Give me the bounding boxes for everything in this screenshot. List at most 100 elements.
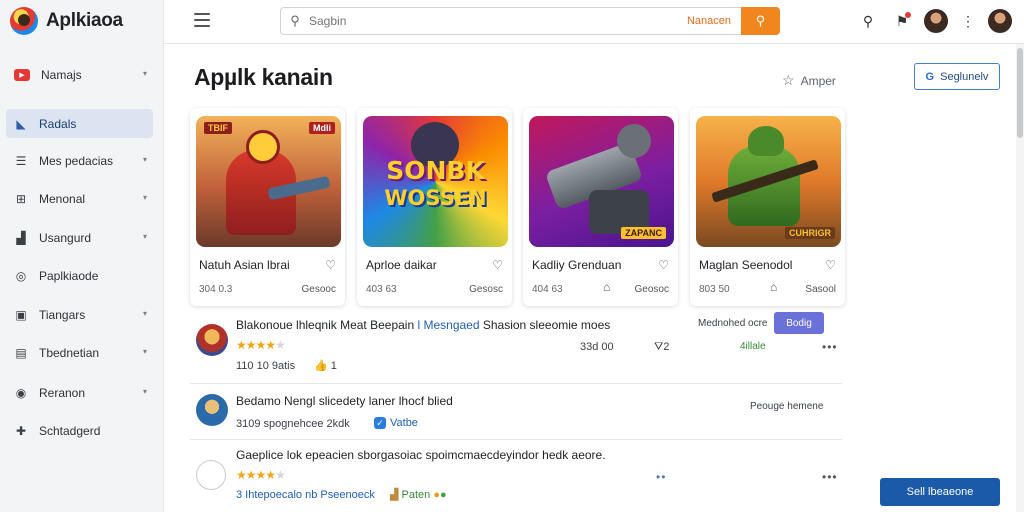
heart-icon[interactable]: ♡ (325, 258, 336, 272)
puzzle-icon: ✚ (15, 423, 27, 438)
book-icon: ▤ (15, 345, 27, 360)
card-tag: CUHRIGR (785, 227, 835, 239)
badge-button[interactable]: Bodig (774, 312, 824, 334)
google-icon: G (925, 70, 935, 83)
list-item-meta: 3 Ihtepoecalo nb Pseenoeck (236, 489, 375, 501)
rating-stars: ★★★★★ (236, 338, 286, 352)
check-badge-icon: ✓ (374, 417, 386, 429)
app-card-name: Kadliy Grenduan (532, 258, 622, 272)
sidebar-item-reranon[interactable]: ◉ Reranon ▾ (6, 378, 153, 407)
app-card-action[interactable]: Geosoc (635, 284, 669, 295)
chevron-down-icon: ▾ (142, 387, 147, 396)
search-input[interactable] (309, 14, 649, 28)
signup-label: Seglunelv (940, 70, 989, 83)
list-item[interactable]: Blakonoue lhleqnik Meat Beepain l Mesnga… (190, 312, 842, 376)
account-avatar[interactable] (988, 9, 1012, 33)
sidebar-item-namajs[interactable]: ▶ Namajs ▾ (6, 60, 153, 89)
sell-button[interactable]: Sell lbeaeone (880, 478, 1000, 506)
star-icon: ☆ (782, 72, 795, 88)
sidebar-item-schtadgerd[interactable]: ✚ Schtadgerd (6, 416, 153, 445)
grid-icon: ⊞ (15, 191, 27, 206)
sidebar-item-paplkiaode[interactable]: ◎ Paplkiaode (6, 261, 153, 290)
brand-name: Aplkiaoa (46, 10, 123, 31)
list-item[interactable]: Gaeplice lok epeacien sborgasoiac spoimc… (190, 446, 842, 506)
app-card-action[interactable]: Gesooc (302, 284, 336, 295)
sidebar-item-label: Usangurd (39, 230, 92, 245)
app-card-name: Natuh Asian lbrai (199, 258, 290, 272)
sidebar-item-label: Schtadgerd (39, 423, 101, 438)
search-box: ⚲ Nanacen ⚲ (280, 7, 780, 35)
sidebar-item-menonal[interactable]: ⊞ Menonal ▾ (6, 184, 153, 213)
share-icon[interactable]: ⌂ (770, 280, 777, 294)
sidebar-item-label: Tbednetian (39, 345, 100, 360)
circle-icon: ◎ (15, 268, 27, 283)
app-card-size: 803 50 (699, 284, 730, 295)
divider (190, 383, 842, 384)
scroll-thumb[interactable] (1017, 48, 1023, 138)
info-icon: ◉ (15, 385, 27, 400)
youtube-icon: ▶ (14, 68, 30, 81)
app-card-image: TBIF Mdli (196, 116, 341, 247)
list-item-meta: 110 10 9atis (236, 360, 296, 372)
chevron-down-icon: ▾ (142, 309, 147, 318)
search-suffix: Nanacen (686, 15, 731, 27)
app-card-size: 403 63 (366, 284, 397, 295)
favorite-button[interactable]: ☆ Amper (782, 72, 836, 89)
notification-icon[interactable]: ⚑ (892, 11, 912, 31)
list-icon: ☰ (15, 153, 27, 168)
card-art-line2: WOSSEN (384, 186, 487, 210)
pager-dots-icon[interactable]: •• (656, 470, 666, 484)
search-button[interactable]: ⚲ (741, 7, 780, 35)
heart-icon[interactable]: ♡ (658, 258, 669, 272)
sidebar-item-label: Menonal (39, 191, 86, 206)
divider (190, 439, 842, 440)
sidebar-item-label: Namajs (41, 67, 82, 82)
sidebar-item-radals[interactable]: ◣ Radals (6, 109, 153, 138)
search-button-icon: ⚲ (755, 13, 766, 28)
list-item-avatar (196, 324, 228, 356)
emoji-icon: ● (433, 489, 440, 501)
search-toggle-icon[interactable]: ⚲ (858, 11, 878, 31)
chevron-down-icon: ▾ (142, 232, 147, 241)
trending-label: 4illale (740, 341, 766, 352)
app-card[interactable]: ZAPANC Kadliy Grenduan ♡ 404 63 ⌂ Geosoc (523, 108, 678, 306)
brand[interactable]: Aplkiaoa (10, 6, 123, 36)
app-card[interactable]: SONBK WOSSEN Aprloe daikar ♡ 403 63 Geso… (357, 108, 512, 306)
bag-icon: ▟ (390, 489, 399, 501)
card-tag: ZAPANC (621, 227, 666, 239)
list-item-meta: 3109 spognehcee 2kdk (236, 418, 350, 430)
app-card[interactable]: TBIF Mdli Natuh Asian lbrai ♡ 304 0.3 Ge… (190, 108, 345, 306)
app-card-image: CUHRIGR (696, 116, 841, 247)
app-card-action[interactable]: Gesosc (469, 284, 503, 295)
sidebar-item-usangurd[interactable]: ▟ Usangurd ▾ (6, 223, 153, 252)
more-icon[interactable]: ••• (822, 340, 838, 354)
heart-icon[interactable]: ♡ (825, 258, 836, 272)
sidebar-item-tbednetian[interactable]: ▤ Tbednetian ▾ (6, 338, 153, 367)
app-card-action[interactable]: Sasool (805, 284, 836, 295)
list-item-link[interactable]: ✓ Vatbe (374, 417, 418, 429)
apps-grid-icon[interactable]: ⋮ (958, 11, 978, 31)
list-item-count: 33d 00 (580, 341, 614, 353)
brand-logo-icon (10, 7, 38, 35)
share-icon[interactable]: ⌂ (603, 280, 610, 294)
sidebar-item-label: Tiangars (39, 307, 86, 322)
sidebar-item-mes-pedacias[interactable]: ☰ Mes pedacias ▾ (6, 146, 153, 175)
sidebar-item-tiangars[interactable]: ▣ Tiangars ▾ (6, 300, 153, 329)
notification-dot (905, 12, 911, 18)
heart-icon[interactable]: ♡ (492, 258, 503, 272)
menu-icon[interactable] (194, 13, 210, 27)
sidebar-item-label: Paplkiaode (39, 268, 99, 283)
scrollbar[interactable] (1016, 44, 1024, 512)
user-avatar[interactable] (924, 9, 948, 33)
signup-button[interactable]: G Seglunelv (914, 63, 1000, 90)
list-item[interactable]: Bedamo Nengl slicedety laner lhocf blied… (190, 390, 842, 436)
list-item-avatar (196, 394, 228, 426)
more-icon[interactable]: ••• (822, 470, 838, 484)
list-item-extra: ▟ Paten ●● (390, 489, 447, 501)
comment-icon[interactable]: ⛛2 (654, 341, 669, 354)
chart-icon: ◣ (16, 116, 26, 131)
like-icon[interactable]: 👍 1 (314, 359, 337, 372)
app-root: Aplkiaoa ▶ Namajs ▾ ◣ Radals ☰ Mes pedacias ▾ ⊞ M… (0, 0, 1024, 512)
app-card[interactable]: CUHRIGR Maglan Seenodol ♡ 803 50 ⌂ Sasoo… (690, 108, 845, 306)
list-item-title: Bedamo Nengl slicedety laner lhocf blied (236, 394, 453, 408)
